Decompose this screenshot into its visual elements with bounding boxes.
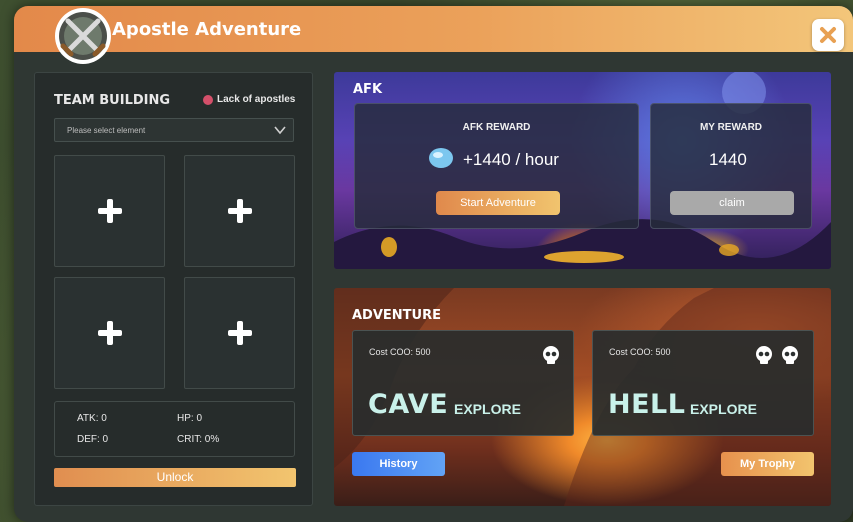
my-reward-value: 1440 [709, 150, 747, 169]
skull-icon [780, 345, 800, 370]
chevron-down-icon [273, 123, 287, 139]
cave-explore-card[interactable]: Cost COO: 500 CAVE EXPLORE [352, 330, 574, 436]
adventure-title: ADVENTURE [352, 308, 441, 323]
modal-title: Apostle Adventure [112, 19, 302, 40]
element-select-placeholder: Please select element [67, 126, 146, 135]
apostle-slot-3[interactable] [54, 277, 165, 389]
stat-def: DEF: 0 [77, 434, 109, 445]
apostle-slot-1[interactable] [54, 155, 165, 267]
hell-cost: Cost COO: 500 [609, 347, 671, 357]
afk-panel: AFK AFK REWARD +1440 / hour Start Advent… [334, 72, 831, 269]
cave-cost: Cost COO: 500 [369, 347, 431, 357]
start-adventure-button[interactable]: Start Adventure [436, 191, 560, 215]
unlock-button[interactable]: Unlock [54, 468, 296, 487]
my-reward-label: MY REWARD [699, 122, 763, 133]
my-reward-card: MY REWARD 1440 claim [650, 103, 812, 229]
apostle-adventure-modal: Apostle Adventure TEAM BUILDING Lack of … [14, 6, 853, 522]
stat-atk: ATK: 0 [77, 413, 107, 424]
stat-crit: CRIT: 0% [177, 434, 220, 445]
skull-icon [754, 345, 774, 370]
skull-icon [541, 345, 561, 370]
team-stats-box: ATK: 0 HP: 0 DEF: 0 CRIT: 0% [54, 401, 295, 457]
history-button[interactable]: History [352, 452, 445, 476]
hell-explore-card[interactable]: Cost COO: 500 HELL EXPLORE [592, 330, 814, 436]
plus-icon [227, 199, 252, 223]
plus-icon [97, 321, 122, 345]
stat-hp: HP: 0 [177, 413, 203, 424]
element-select[interactable]: Please select element [54, 118, 294, 142]
plus-icon [227, 321, 252, 345]
team-building-title: TEAM BUILDING [54, 93, 171, 108]
apostle-slot-2[interactable] [184, 155, 295, 267]
plus-icon [97, 199, 122, 223]
modal-header: Apostle Adventure [14, 6, 853, 52]
crossed-swords-logo-icon [51, 6, 115, 68]
lack-of-apostles-warning: Lack of apostles [203, 94, 295, 105]
warning-dot-icon [203, 94, 213, 105]
my-trophy-button[interactable]: My Trophy [721, 452, 814, 476]
hell-explore-label: EXPLORE [690, 401, 757, 417]
adventure-panel: ADVENTURE Cost COO: 500 CAVE EXPLORE Cos… [334, 288, 831, 506]
afk-reward-card: AFK REWARD +1440 / hour Start Adventure [354, 103, 639, 229]
afk-reward-value: +1440 / hour [463, 150, 559, 169]
hell-title: HELL [608, 389, 686, 420]
apostle-slot-4[interactable] [184, 277, 295, 389]
team-building-panel: TEAM BUILDING Lack of apostles Please se… [34, 72, 313, 506]
gem-coin-icon [428, 147, 454, 174]
close-icon [820, 27, 836, 43]
close-button[interactable] [812, 19, 844, 51]
cave-title: CAVE [368, 389, 449, 420]
afk-reward-label: AFK REWARD [462, 122, 531, 133]
afk-title: AFK [353, 82, 383, 97]
claim-button[interactable]: claim [670, 191, 794, 215]
warning-text: Lack of apostles [217, 94, 296, 105]
cave-explore-label: EXPLORE [454, 401, 521, 417]
